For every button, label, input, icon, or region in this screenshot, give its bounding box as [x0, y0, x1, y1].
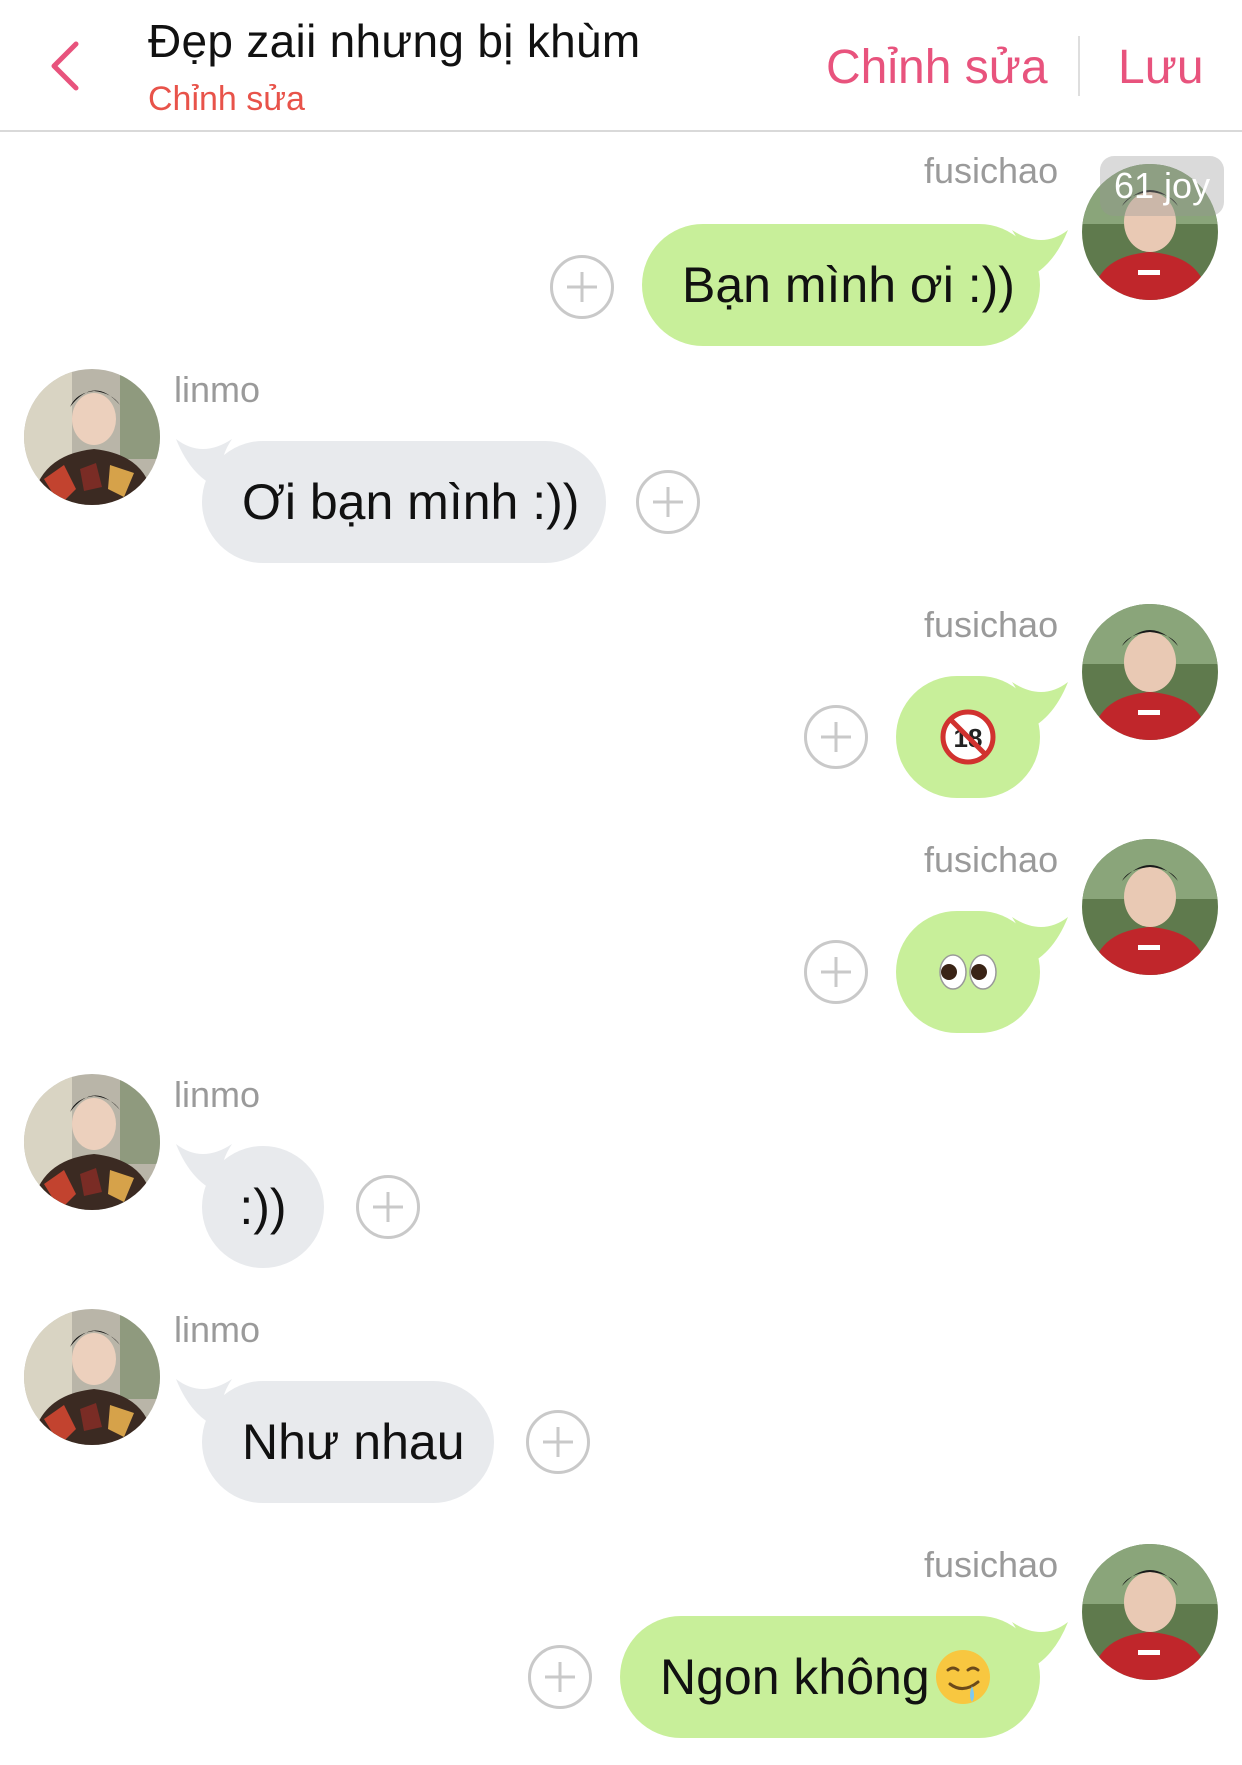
avatar-image-patterned-shirt — [24, 369, 160, 505]
no-under-18-emoji: 18 — [940, 709, 996, 765]
message-row: linmo Như nhau — [0, 1309, 1242, 1509]
message-row: fusichao 18 — [0, 604, 1242, 804]
message-text: :)) — [239, 1179, 287, 1235]
message-bubble: :)) — [202, 1146, 324, 1268]
message-row: linmo :)) — [0, 1074, 1242, 1274]
add-reaction-button[interactable] — [804, 940, 868, 1004]
message-row: fusichao Ngon không — [0, 1544, 1242, 1765]
add-reaction-button[interactable] — [636, 470, 700, 534]
message-text: Như nhau — [242, 1414, 465, 1470]
eyes-emoji — [939, 954, 997, 990]
avatar-image-patterned-shirt — [24, 1074, 160, 1210]
avatar[interactable] — [1082, 839, 1218, 975]
sender-name: fusichao — [924, 839, 1059, 880]
avatar[interactable] — [24, 369, 160, 505]
add-reaction-button[interactable] — [804, 705, 868, 769]
chat-area: fusichao 61 joy Bạn mình ơi :)) linmo Ơi… — [0, 134, 1242, 1765]
edit-button[interactable]: Chỉnh sửa — [826, 40, 1048, 95]
message-row: fusichao 61 joy Bạn mình ơi :)) — [0, 134, 1242, 346]
bubble-tail — [1012, 230, 1068, 280]
message-bubble: Ơi bạn mình :)) — [202, 441, 606, 563]
message-text: Ngon không — [660, 1649, 930, 1705]
sender-name: fusichao — [924, 1544, 1059, 1585]
add-reaction-button[interactable] — [528, 1645, 592, 1709]
message-text: Bạn mình ơi :)) — [682, 257, 1015, 313]
add-reaction-button[interactable] — [550, 255, 614, 319]
avatar-image-red-hoodie — [1082, 1544, 1218, 1680]
page-title: Đẹp zaii nhưng bị khùm — [148, 15, 641, 67]
message-row: fusichao — [0, 839, 1242, 1039]
sender-name: fusichao — [924, 604, 1059, 645]
message-bubble: Ngon không — [620, 1616, 1040, 1738]
joy-badge: 61 joy — [1100, 156, 1225, 216]
avatar[interactable] — [1082, 1544, 1218, 1680]
sender-name: fusichao — [924, 150, 1059, 191]
sender-name: linmo — [174, 1074, 261, 1115]
chat-header: Đẹp zaii nhưng bị khùm Chỉnh sửa Chỉnh s… — [0, 0, 1242, 132]
back-button[interactable] — [44, 38, 88, 94]
avatar[interactable] — [1082, 604, 1218, 740]
avatar-image-red-hoodie — [1082, 839, 1218, 975]
message-text: Ơi bạn mình :)) — [242, 474, 580, 530]
sender-name: linmo — [174, 369, 261, 410]
bubble-tail — [1012, 917, 1068, 967]
message-bubble: Như nhau — [202, 1381, 494, 1503]
bubble-tail — [1012, 682, 1068, 732]
chevron-left-icon — [51, 41, 79, 91]
header-divider — [1078, 36, 1080, 96]
save-button[interactable]: Lưu — [1118, 40, 1204, 95]
sender-name: linmo — [174, 1309, 261, 1350]
avatar[interactable] — [24, 1309, 160, 1445]
avatar[interactable] — [24, 1074, 160, 1210]
add-reaction-button[interactable] — [526, 1410, 590, 1474]
drooling-face-emoji — [935, 1650, 990, 1704]
message-row: linmo Ơi bạn mình :)) — [0, 369, 1242, 569]
bubble-tail — [1012, 1622, 1068, 1672]
avatar-image-patterned-shirt — [24, 1309, 160, 1445]
avatar-image-red-hoodie — [1082, 604, 1218, 740]
page-subtitle: Chỉnh sửa — [148, 80, 305, 118]
add-reaction-button[interactable] — [356, 1175, 420, 1239]
message-bubble: Bạn mình ơi :)) — [642, 224, 1040, 346]
